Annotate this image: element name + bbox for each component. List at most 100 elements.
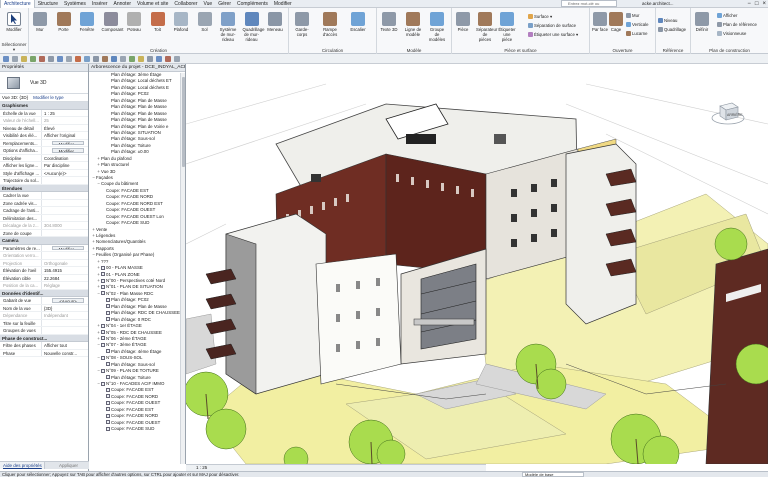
escalier-button[interactable]: Escalier [349, 12, 367, 32]
quick-access-tool-icon[interactable] [48, 56, 54, 62]
visionneuse-button[interactable]: Visionneuse [717, 31, 746, 37]
minimize-icon[interactable]: − [747, 0, 751, 8]
quick-access-tool-icon[interactable] [147, 56, 153, 62]
tab-architecture[interactable]: Architecture [0, 0, 35, 8]
property-value[interactable]: {3D} [42, 305, 88, 312]
property-value[interactable]: <Aucun(e)> [42, 170, 88, 177]
quick-access-tool-icon[interactable] [93, 56, 99, 62]
quick-access-tool-icon[interactable] [174, 56, 180, 62]
quick-access-tool-icon[interactable] [156, 56, 162, 62]
property-value[interactable] [42, 320, 88, 327]
plan-de-reference-button[interactable]: Plan de référence [717, 22, 757, 28]
etiqueter-une-piece-button[interactable]: Étiqueter une pièce [498, 12, 516, 42]
fenetre-button[interactable]: Fenêtre [78, 12, 96, 32]
garde-corps-button[interactable]: Garde-corps [293, 12, 311, 37]
etiqueter-une-surface-button[interactable]: Étiqueter une surface ▾ [528, 32, 578, 38]
quick-access-tool-icon[interactable] [30, 56, 36, 62]
separation-de-surface-button[interactable]: Séparation de surface [528, 23, 576, 29]
quick-access-tool-icon[interactable] [165, 56, 171, 62]
type-selector[interactable]: Vue 3D [0, 72, 88, 94]
tab-complements[interactable]: Compléments [234, 0, 271, 8]
afficher-button[interactable]: Afficher [717, 13, 738, 19]
modify-button[interactable]: Modifier [5, 12, 23, 32]
view-selector-dropdown[interactable]: Vue 3D: {3D} [2, 95, 28, 100]
select-dropdown[interactable]: Sélectionner ▾ [0, 42, 28, 53]
systeme-de-mur-rideau-button[interactable]: Système de mur-rideau [219, 12, 237, 42]
quick-access-tool-icon[interactable] [102, 56, 108, 62]
quick-access-tool-icon[interactable] [75, 56, 81, 62]
ligne-de-modele-button[interactable]: Ligne de modèle [404, 12, 422, 37]
tab-collaborer[interactable]: Collaborer [171, 0, 200, 8]
tab-annoter[interactable]: Annoter [111, 0, 135, 8]
tab-modifier[interactable]: Modifier [271, 0, 295, 8]
property-value[interactable]: 22.2684 [42, 275, 88, 282]
search-input[interactable]: Entrez mot-clé ou expression [561, 0, 617, 12]
property-value[interactable]: Élevé [42, 125, 88, 132]
property-value[interactable] [42, 192, 88, 199]
view-scale[interactable]: 1 : 25 [196, 465, 207, 470]
property-value[interactable]: 1 : 25 [42, 110, 88, 117]
tab-gerer[interactable]: Gérer [215, 0, 234, 8]
property-edit-button[interactable]: Modifier... [52, 140, 84, 145]
property-value[interactable] [42, 215, 88, 222]
quadrillage-de-mur-rideau-button[interactable]: Quadrillage de mur-rideau [243, 12, 264, 42]
property-value[interactable]: Afficher tout [42, 342, 88, 349]
quick-access-tool-icon[interactable] [66, 56, 72, 62]
viewcube[interactable]: ARRIÈRE [710, 94, 746, 130]
property-section-camera[interactable]: Caméra [0, 237, 88, 245]
scrollbar-thumb[interactable] [182, 77, 185, 167]
property-value[interactable] [42, 327, 88, 334]
quick-access-tool-icon[interactable] [111, 56, 117, 62]
piece-button[interactable]: Pièce [454, 12, 472, 32]
quick-access-tool-icon[interactable] [84, 56, 90, 62]
meneau-button[interactable]: Meneau [266, 12, 284, 32]
property-edit-button[interactable]: <Aucun> [52, 298, 84, 303]
properties-help-link[interactable]: Aide des propriétés [0, 462, 44, 469]
apply-button[interactable]: Appliquer [44, 462, 89, 469]
building-model-render[interactable] [186, 64, 768, 464]
browser-scrollbar[interactable] [180, 73, 185, 464]
niveau-button[interactable]: Niveau [658, 18, 677, 24]
tab-volume-et-site[interactable]: Volume et site [134, 0, 171, 8]
property-edit-button[interactable]: Modifier... [52, 245, 84, 250]
close-icon[interactable]: × [762, 0, 766, 8]
definir-button[interactable]: Définir [693, 12, 711, 32]
plafond-button[interactable]: Plafond [172, 12, 190, 32]
cage-button[interactable]: Cage [607, 12, 625, 32]
property-section-graphismes[interactable]: Graphismes [0, 102, 88, 110]
quick-access-tool-icon[interactable] [138, 56, 144, 62]
tab-systemes[interactable]: Systèmes [61, 0, 89, 8]
property-value[interactable]: Par discipline [42, 162, 88, 169]
property-value[interactable]: Coordination [42, 155, 88, 162]
quick-access-tool-icon[interactable] [57, 56, 63, 62]
property-value[interactable] [42, 230, 88, 237]
rampe-d-acces-button[interactable]: Rampe d'accès [321, 12, 339, 37]
quick-access-tool-icon[interactable] [21, 56, 27, 62]
mur-button[interactable]: Mur [31, 12, 49, 32]
model-selector[interactable]: Modèle de base [522, 472, 584, 477]
surface-button[interactable]: Surface ▾ [528, 14, 552, 20]
quick-access-tool-icon[interactable] [3, 56, 9, 62]
property-section-phase-de-construct[interactable]: Phase de construct... [0, 334, 88, 342]
tree-item[interactable]: Coupe: FACADE SUD [89, 426, 185, 432]
quick-access-tool-icon[interactable] [39, 56, 45, 62]
property-value[interactable] [42, 207, 88, 214]
property-section-donnees-d-identif[interactable]: Données d'identif... [0, 289, 88, 297]
mur-button[interactable]: Mur [626, 13, 639, 19]
poteau-button[interactable]: Poteau [125, 12, 143, 32]
property-value[interactable]: Nouvelle constr... [42, 350, 88, 357]
quadrillage-button[interactable]: Quadrillage [658, 27, 686, 33]
toit-button[interactable]: Toit [149, 12, 167, 32]
quick-access-tool-icon[interactable] [120, 56, 126, 62]
property-edit-button[interactable]: Modifier... [52, 148, 84, 153]
property-value[interactable]: 155.4915 [42, 267, 88, 274]
quick-access-tool-icon[interactable] [12, 56, 18, 62]
property-value[interactable] [42, 177, 88, 184]
user-name[interactable]: acke.architect... [642, 0, 674, 8]
property-value[interactable]: Afficher l'original [42, 132, 88, 139]
property-section-etendues[interactable]: Étendues [0, 184, 88, 192]
sol-button[interactable]: Sol [196, 12, 214, 32]
porte-button[interactable]: Porte [55, 12, 73, 32]
property-value[interactable] [42, 200, 88, 207]
composant-button[interactable]: Composant [102, 12, 123, 32]
